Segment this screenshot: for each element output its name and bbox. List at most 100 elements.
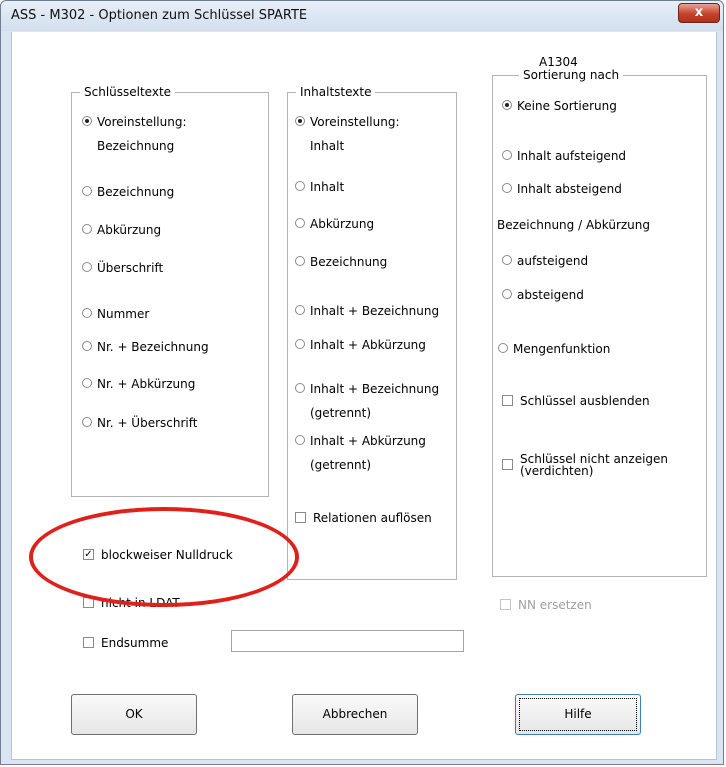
radio-schluessel-ueberschrift[interactable]: Überschrift [82, 261, 163, 275]
radio-indicator [295, 116, 305, 126]
radio-indicator [295, 383, 305, 393]
option-label: Mengenfunktion [513, 342, 611, 356]
abbrechen-button[interactable]: Abbrechen [292, 694, 418, 735]
option-label-line2: Bezeichnung [97, 139, 175, 153]
option-label: Nr. + Abkürzung [97, 377, 196, 391]
radio-indicator [82, 417, 92, 427]
radio-indicator [502, 289, 512, 299]
radio-indicator [82, 262, 92, 272]
option-label: Voreinstellung: [310, 115, 400, 129]
window-title: ASS - M302 - Optionen zum Schlüssel SPAR… [11, 8, 308, 23]
radio-schluessel-nr-bezeichnung[interactable]: Nr. + Bezeichnung [82, 340, 209, 354]
checkbox-relationen-aufloesen[interactable]: Relationen auflösen [295, 511, 432, 525]
endsumme-input[interactable] [231, 630, 464, 652]
checkbox-nn-ersetzen[interactable]: NN ersetzen [500, 598, 592, 612]
hilfe-button[interactable]: Hilfe [515, 694, 641, 735]
inhaltstexte-legend: Inhaltstexte [296, 85, 376, 99]
checkbox-nicht-in-ldat[interactable]: nicht in LDAT [83, 596, 180, 610]
radio-indicator [502, 183, 512, 193]
sortierung-group: Sortierung nach Keine Sortierung Inhalt … [492, 68, 707, 577]
radio-indicator [295, 339, 305, 349]
radio-inhalt-inhalt[interactable]: Inhalt [295, 180, 344, 194]
checkbox-box [500, 599, 511, 610]
schluesseltexte-legend: Schlüsseltexte [80, 85, 176, 99]
radio-schluessel-nr-ueberschrift[interactable]: Nr. + Überschrift [82, 416, 197, 430]
radio-indicator [82, 308, 92, 318]
radio-indicator [82, 378, 92, 388]
checkbox-schluessel-ausblenden[interactable]: Schlüssel ausblenden [502, 394, 650, 408]
checkbox-label: Relationen auflösen [313, 511, 432, 525]
radio-inhalt-voreinstellung[interactable]: Voreinstellung: Inhalt [295, 110, 400, 158]
option-label: aufsteigend [517, 254, 589, 268]
radio-bez-absteigend[interactable]: absteigend [502, 288, 584, 302]
radio-inhalt-abkuerzung-getrennt[interactable]: Inhalt + Abkürzung (getrennt) [295, 429, 426, 477]
sortierung-legend: Sortierung nach [519, 68, 624, 82]
option-label: Bezeichnung [97, 185, 175, 199]
checkbox-schluessel-nicht-anzeigen[interactable]: Schlüssel nicht anzeigen (verdichten) [502, 453, 668, 477]
checkbox-box [502, 395, 513, 406]
radio-indicator [295, 435, 305, 445]
dialog-window: ASS - M302 - Optionen zum Schlüssel SPAR… [0, 0, 724, 765]
ok-button[interactable]: OK [71, 694, 197, 735]
checkbox-label: Schlüssel ausblenden [520, 394, 650, 408]
option-label: Inhalt aufsteigend [517, 149, 627, 163]
option-label: Bezeichnung [310, 255, 388, 269]
checkbox-box [83, 597, 94, 608]
option-label: Keine Sortierung [517, 99, 617, 113]
radio-inhalt-inhalt-bezeichnung[interactable]: Inhalt + Bezeichnung [295, 304, 439, 318]
title-bar: ASS - M302 - Optionen zum Schlüssel SPAR… [1, 1, 723, 31]
checkbox-blockweiser-nulldruck[interactable]: ✓ blockweiser Nulldruck [83, 548, 233, 562]
radio-indicator [295, 218, 305, 228]
checkbox-label: Endsumme [101, 636, 169, 650]
radio-schluessel-bezeichnung[interactable]: Bezeichnung [82, 185, 174, 199]
radio-indicator [502, 150, 512, 160]
radio-schluessel-nr-abkuerzung[interactable]: Nr. + Abkürzung [82, 377, 195, 391]
option-label: Nr. + Überschrift [97, 416, 198, 430]
inhaltstexte-group: Inhaltstexte Voreinstellung: Inhalt Inhal… [287, 85, 457, 580]
radio-inhalt-aufsteigend[interactable]: Inhalt aufsteigend [502, 149, 626, 163]
radio-schluessel-nummer[interactable]: Nummer [82, 307, 149, 321]
checkbox-label-line2: (verdichten) [520, 464, 594, 478]
radio-indicator [295, 305, 305, 315]
option-label: Überschrift [97, 261, 164, 275]
radio-indicator [82, 186, 92, 196]
radio-indicator [502, 255, 512, 265]
option-label: Abkürzung [97, 223, 162, 237]
radio-keine-sortierung[interactable]: Keine Sortierung [502, 99, 617, 113]
option-label: Inhalt absteigend [517, 182, 622, 196]
checkbox-endsumme[interactable]: Endsumme [83, 636, 168, 650]
checkbox-label: nicht in LDAT [101, 596, 180, 610]
option-label: Inhalt [310, 180, 345, 194]
checkbox-box [502, 459, 513, 470]
radio-schluessel-voreinstellung[interactable]: Voreinstellung: Bezeichnung [82, 110, 187, 158]
radio-inhalt-absteigend[interactable]: Inhalt absteigend [502, 182, 622, 196]
option-label: Inhalt + Abkürzung [310, 338, 426, 352]
radio-indicator [295, 256, 305, 266]
option-label: absteigend [517, 288, 584, 302]
radio-inhalt-abkuerzung[interactable]: Abkürzung [295, 217, 374, 231]
radio-inhalt-bezeichnung-getrennt[interactable]: Inhalt + Bezeichnung (getrennt) [295, 377, 439, 425]
checkbox-label: NN ersetzen [518, 598, 592, 612]
radio-indicator [82, 116, 92, 126]
radio-mengenfunktion[interactable]: Mengenfunktion [498, 342, 610, 356]
option-label: Inhalt + Bezeichnung [310, 304, 440, 318]
close-button[interactable]: x [678, 3, 720, 23]
radio-inhalt-inhalt-abkuerzung[interactable]: Inhalt + Abkürzung [295, 338, 426, 352]
check-mark-icon: ✓ [84, 549, 93, 560]
radio-indicator [498, 343, 508, 353]
option-label-line2: (getrennt) [310, 458, 372, 472]
checkbox-box: ✓ [83, 549, 94, 560]
option-label: Nr. + Bezeichnung [97, 340, 209, 354]
radio-schluessel-abkuerzung[interactable]: Abkürzung [82, 223, 161, 237]
radio-bez-aufsteigend[interactable]: aufsteigend [502, 254, 588, 268]
sortierung-subheading: Bezeichnung / Abkürzung [497, 218, 651, 232]
checkbox-box [295, 512, 306, 523]
option-label: Abkürzung [310, 217, 375, 231]
radio-inhalt-bezeichnung[interactable]: Bezeichnung [295, 255, 387, 269]
option-label: Voreinstellung: [97, 115, 187, 129]
option-label: Inhalt + Bezeichnung [310, 382, 440, 396]
radio-indicator [295, 181, 305, 191]
schluesseltexte-group: Schlüsseltexte Voreinstellung: Bezeichnun… [71, 85, 269, 497]
dialog-client-area: Schlüsseltexte Voreinstellung: Bezeichnun… [11, 32, 717, 760]
checkbox-box [83, 637, 94, 648]
